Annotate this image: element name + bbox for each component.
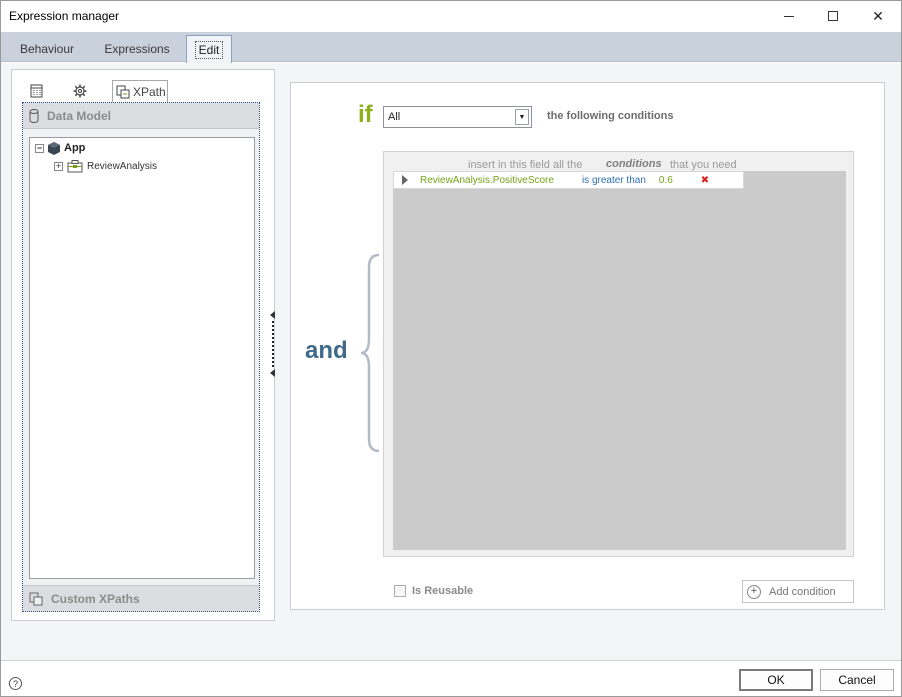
is-reusable-checkbox[interactable] xyxy=(394,585,406,597)
database-icon xyxy=(29,108,39,123)
if-label: if xyxy=(358,101,373,128)
condition-operator[interactable]: is greater than xyxy=(582,175,646,186)
title-bar: Expression manager ✕ xyxy=(1,1,901,31)
is-reusable-option[interactable]: Is Reusable xyxy=(394,585,473,597)
tree-item-reviewanalysis-label: ReviewAnalysis xyxy=(87,160,158,172)
tab-behaviour-label: Behaviour xyxy=(19,42,75,56)
tree-item-reviewanalysis[interactable]: + ReviewAnalysis xyxy=(54,158,157,174)
cancel-button[interactable]: Cancel xyxy=(820,669,894,691)
expand-icon[interactable]: + xyxy=(54,161,63,171)
plus-icon: + xyxy=(747,584,761,599)
xpath-icon xyxy=(29,592,43,605)
tab-expressions-label: Expressions xyxy=(104,42,170,56)
condition-editor-panel: if All ▼ the following conditions and in… xyxy=(290,82,885,610)
tab-xpath-label: XPath xyxy=(133,84,166,99)
tab-edit-label: Edit xyxy=(194,40,224,59)
hint-text-2: conditions xyxy=(606,158,662,170)
dropdown-arrow-icon[interactable]: ▼ xyxy=(515,109,529,125)
minimize-button[interactable] xyxy=(766,1,812,31)
collapse-icon[interactable]: − xyxy=(35,143,44,153)
maximize-button[interactable] xyxy=(810,1,856,31)
conditions-drop-zone[interactable]: ReviewAnalysis.PositiveScore is greater … xyxy=(393,171,846,550)
help-icon[interactable]: ? xyxy=(9,677,22,690)
dialog-footer: ? OK Cancel xyxy=(1,660,901,696)
quantifier-select[interactable]: All ▼ xyxy=(383,106,532,128)
quantifier-selected-value: All xyxy=(388,111,401,123)
data-model-panel: XPath Data Model − App + ReviewAnalysis … xyxy=(11,69,275,621)
entity-icon xyxy=(67,159,83,172)
hint-text-3: that you need xyxy=(670,159,737,171)
xpath-icon xyxy=(116,85,130,98)
tab-behaviour[interactable]: Behaviour xyxy=(11,36,83,62)
maximize-icon xyxy=(828,11,838,21)
table-icon xyxy=(30,84,42,98)
app-cube-icon xyxy=(48,141,60,155)
add-condition-button[interactable]: + Add condition xyxy=(742,580,854,603)
add-condition-label: Add condition xyxy=(769,585,836,598)
following-conditions-label: the following conditions xyxy=(547,110,674,122)
data-model-header[interactable]: Data Model xyxy=(23,103,259,129)
tab-expressions[interactable]: Expressions xyxy=(97,36,177,62)
condition-field[interactable]: ReviewAnalysis.PositiveScore xyxy=(420,175,554,186)
close-icon: ✕ xyxy=(872,7,884,24)
hint-text-1: insert in this field all the xyxy=(468,159,583,171)
tree-item-app[interactable]: − App xyxy=(35,140,85,156)
expand-row-icon[interactable] xyxy=(402,175,408,185)
data-model-tree: − App + ReviewAnalysis xyxy=(29,137,255,579)
gear-icon xyxy=(73,84,87,98)
close-button[interactable]: ✕ xyxy=(855,1,901,31)
collapse-left-arrow-icon[interactable] xyxy=(270,369,275,377)
tree-item-app-label: App xyxy=(64,142,86,154)
condition-value[interactable]: 0.6 xyxy=(659,175,673,186)
custom-xpaths-label: Custom XPaths xyxy=(51,591,140,606)
collapse-left-arrow-icon[interactable] xyxy=(270,311,275,319)
window-title: Expression manager xyxy=(9,9,120,23)
ok-button[interactable]: OK xyxy=(739,669,813,691)
content-area: XPath Data Model − App + ReviewAnalysis … xyxy=(1,63,901,660)
is-reusable-label: Is Reusable xyxy=(412,585,474,597)
data-model-label: Data Model xyxy=(47,108,112,123)
tab-edit[interactable]: Edit xyxy=(186,35,232,63)
minimize-icon xyxy=(784,15,794,17)
delete-condition-icon[interactable]: ✖ xyxy=(701,175,709,186)
tab-settings[interactable] xyxy=(68,80,92,102)
panel-splitter[interactable] xyxy=(269,311,277,381)
brace-icon xyxy=(360,253,380,453)
expression-manager-window: Expression manager ✕ Behaviour Expressio… xyxy=(0,0,902,697)
condition-row[interactable]: ReviewAnalysis.PositiveScore is greater … xyxy=(393,171,744,189)
data-model-frame: Data Model − App + ReviewAnalysis Custom… xyxy=(22,102,260,612)
splitter-grip[interactable] xyxy=(272,321,274,367)
custom-xpaths-header[interactable]: Custom XPaths xyxy=(23,585,259,611)
and-label: and xyxy=(305,337,348,364)
conditions-area: insert in this field all the conditions … xyxy=(383,151,854,557)
tab-strip: Behaviour Expressions Edit xyxy=(1,32,901,63)
tab-xpath[interactable]: XPath xyxy=(112,80,168,102)
tab-table[interactable] xyxy=(24,80,48,102)
